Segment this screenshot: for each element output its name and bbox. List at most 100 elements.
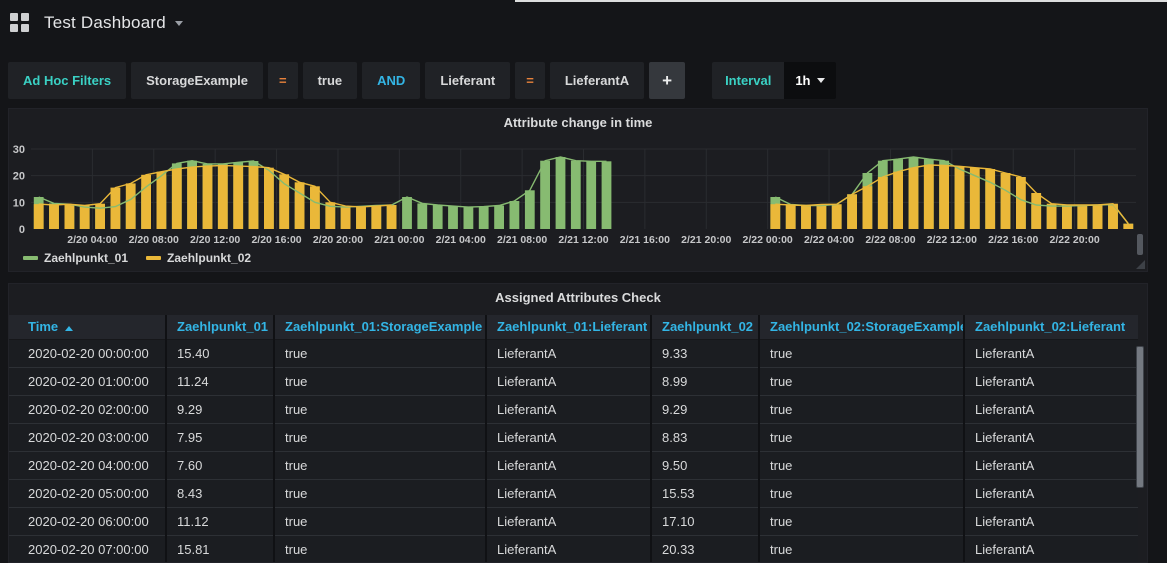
table-cell: true bbox=[759, 367, 964, 395]
table-row: 2020-02-20 04:00:007.60trueLieferantA9.5… bbox=[9, 451, 1138, 479]
svg-text:2/21 12:00: 2/21 12:00 bbox=[558, 234, 608, 246]
table-cell: 8.99 bbox=[651, 367, 759, 395]
table-cell: 7.60 bbox=[166, 451, 274, 479]
table-cell: 9.50 bbox=[651, 451, 759, 479]
adhoc-filters-label: Ad Hoc Filters bbox=[8, 62, 126, 99]
interval-value: 1h bbox=[795, 73, 810, 88]
legend-item[interactable]: Zaehlpunkt_02 bbox=[146, 251, 251, 265]
table-cell: LieferantA bbox=[486, 367, 651, 395]
svg-text:2/22 20:00: 2/22 20:00 bbox=[1050, 234, 1100, 246]
table-cell: true bbox=[274, 507, 486, 535]
svg-text:2/21 04:00: 2/21 04:00 bbox=[436, 234, 486, 246]
chart-scrollbar-thumb[interactable] bbox=[1137, 234, 1143, 255]
chart-panel-title[interactable]: Attribute change in time bbox=[9, 109, 1147, 130]
svg-text:30: 30 bbox=[13, 144, 25, 156]
table-cell: LieferantA bbox=[964, 451, 1138, 479]
table-cell: 8.83 bbox=[651, 423, 759, 451]
table-panel-title[interactable]: Assigned Attributes Check bbox=[9, 284, 1147, 305]
filter-row: Ad Hoc Filters StorageExample = true AND… bbox=[8, 62, 836, 99]
sort-asc-icon bbox=[65, 326, 73, 331]
chevron-down-icon bbox=[817, 78, 825, 83]
table-cell: true bbox=[759, 479, 964, 507]
table-row: 2020-02-20 01:00:0011.24trueLieferantA8.… bbox=[9, 367, 1138, 395]
table-cell: 9.29 bbox=[651, 395, 759, 423]
table-cell: 11.12 bbox=[166, 507, 274, 535]
interval-dropdown[interactable]: 1h bbox=[784, 62, 836, 99]
column-header[interactable]: Zaehlpunkt_02:StorageExample bbox=[759, 315, 964, 339]
table-cell: 2020-02-20 00:00:00 bbox=[9, 339, 166, 367]
table-row: 2020-02-20 05:00:008.43trueLieferantA15.… bbox=[9, 479, 1138, 507]
svg-text:2/21 08:00: 2/21 08:00 bbox=[497, 234, 547, 246]
panel-resize-handle[interactable] bbox=[1136, 260, 1145, 269]
filter-operator[interactable]: = bbox=[268, 62, 298, 99]
table-cell: LieferantA bbox=[964, 479, 1138, 507]
interval-label: Interval bbox=[712, 62, 784, 99]
table-cell: true bbox=[274, 479, 486, 507]
legend-label: Zaehlpunkt_01 bbox=[44, 251, 128, 265]
table-cell: LieferantA bbox=[486, 507, 651, 535]
table-cell: 15.81 bbox=[166, 535, 274, 563]
column-header[interactable]: Zaehlpunkt_01:Lieferant bbox=[486, 315, 651, 339]
column-header[interactable]: Zaehlpunkt_01 bbox=[166, 315, 274, 339]
svg-text:2/20 20:00: 2/20 20:00 bbox=[313, 234, 363, 246]
top-nav: Test Dashboard bbox=[0, 0, 1167, 46]
attributes-table: TimeZaehlpunkt_01Zaehlpunkt_01:StorageEx… bbox=[9, 315, 1138, 563]
filter-value[interactable]: true bbox=[303, 62, 358, 99]
table-cell: LieferantA bbox=[486, 339, 651, 367]
table-panel: Assigned Attributes Check TimeZaehlpunkt… bbox=[8, 283, 1148, 563]
table-cell: LieferantA bbox=[486, 423, 651, 451]
table-cell: true bbox=[274, 367, 486, 395]
table-cell: LieferantA bbox=[964, 367, 1138, 395]
table-cell: LieferantA bbox=[486, 535, 651, 563]
filter-operator[interactable]: = bbox=[515, 62, 545, 99]
add-filter-button[interactable]: + bbox=[649, 62, 685, 99]
table-cell: 2020-02-20 04:00:00 bbox=[9, 451, 166, 479]
table-cell: 2020-02-20 07:00:00 bbox=[9, 535, 166, 563]
chevron-down-icon[interactable] bbox=[175, 21, 183, 26]
table-row: 2020-02-20 00:00:0015.40trueLieferantA9.… bbox=[9, 339, 1138, 367]
table-cell: LieferantA bbox=[964, 395, 1138, 423]
filter-value[interactable]: LieferantA bbox=[550, 62, 644, 99]
filter-condition[interactable]: AND bbox=[362, 62, 420, 99]
svg-text:2/22 16:00: 2/22 16:00 bbox=[988, 234, 1038, 246]
column-header[interactable]: Zaehlpunkt_02:Lieferant bbox=[964, 315, 1138, 339]
table-cell: 15.40 bbox=[166, 339, 274, 367]
filter-key[interactable]: StorageExample bbox=[131, 62, 263, 99]
table-scrollbar-thumb[interactable] bbox=[1136, 346, 1144, 488]
svg-text:2/22 04:00: 2/22 04:00 bbox=[804, 234, 854, 246]
svg-text:20: 20 bbox=[13, 171, 25, 183]
column-header[interactable]: Zaehlpunkt_02 bbox=[651, 315, 759, 339]
table-header-row: TimeZaehlpunkt_01Zaehlpunkt_01:StorageEx… bbox=[9, 315, 1138, 339]
filter-key[interactable]: Lieferant bbox=[425, 62, 510, 99]
table-cell: 15.53 bbox=[651, 479, 759, 507]
chart-panel: Attribute change in time 01020302/20 04:… bbox=[8, 108, 1148, 272]
column-header[interactable]: Zaehlpunkt_01:StorageExample bbox=[274, 315, 486, 339]
table-cell: true bbox=[759, 339, 964, 367]
table-row: 2020-02-20 03:00:007.95trueLieferantA8.8… bbox=[9, 423, 1138, 451]
table-cell: true bbox=[759, 395, 964, 423]
table-cell: LieferantA bbox=[486, 479, 651, 507]
svg-text:0: 0 bbox=[19, 224, 25, 236]
svg-text:2/20 16:00: 2/20 16:00 bbox=[251, 234, 301, 246]
table-row: 2020-02-20 02:00:009.29trueLieferantA9.2… bbox=[9, 395, 1138, 423]
table-cell: LieferantA bbox=[486, 451, 651, 479]
table-cell: 2020-02-20 05:00:00 bbox=[9, 479, 166, 507]
table-cell: true bbox=[274, 451, 486, 479]
legend-item[interactable]: Zaehlpunkt_01 bbox=[23, 251, 128, 265]
column-header[interactable]: Time bbox=[9, 315, 166, 339]
dashboards-grid-icon[interactable] bbox=[10, 13, 30, 33]
svg-text:2/21 16:00: 2/21 16:00 bbox=[620, 234, 670, 246]
table-cell: LieferantA bbox=[964, 535, 1138, 563]
table-cell: true bbox=[274, 339, 486, 367]
svg-text:2/22 00:00: 2/22 00:00 bbox=[743, 234, 793, 246]
chart-legend: Zaehlpunkt_01 Zaehlpunkt_02 bbox=[23, 251, 251, 265]
table-row: 2020-02-20 06:00:0011.12trueLieferantA17… bbox=[9, 507, 1138, 535]
dashboard-title[interactable]: Test Dashboard bbox=[44, 13, 166, 33]
table-cell: 9.29 bbox=[166, 395, 274, 423]
interval-control: Interval 1h bbox=[712, 62, 836, 99]
table-cell: true bbox=[759, 451, 964, 479]
table-cell: 2020-02-20 02:00:00 bbox=[9, 395, 166, 423]
svg-text:2/20 12:00: 2/20 12:00 bbox=[190, 234, 240, 246]
bar-chart[interactable]: 01020302/20 04:002/20 08:002/20 12:002/2… bbox=[9, 132, 1147, 250]
svg-text:2/21 20:00: 2/21 20:00 bbox=[681, 234, 731, 246]
